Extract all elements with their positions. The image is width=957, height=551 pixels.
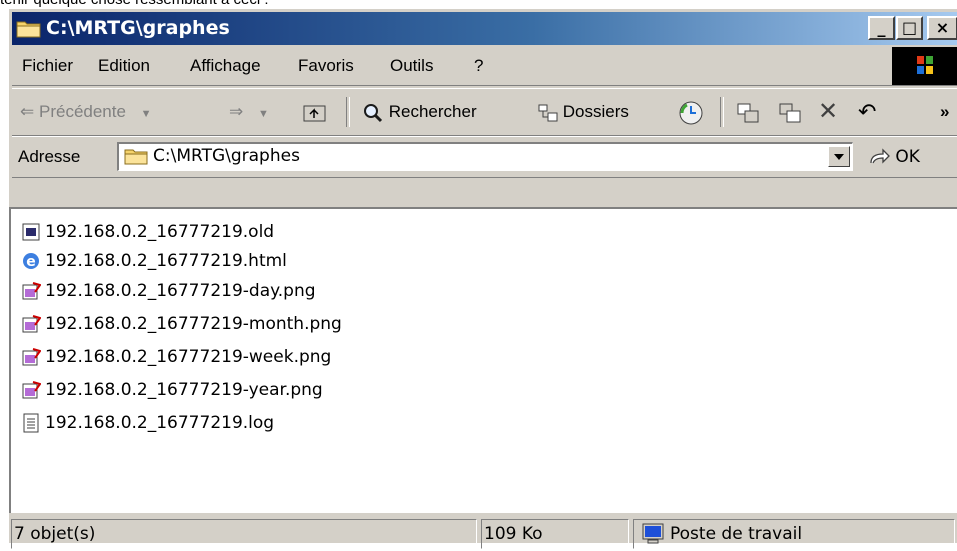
file-name: 192.168.0.2_16777219-week.png bbox=[45, 347, 332, 367]
delete-icon[interactable]: ✕ bbox=[818, 89, 838, 135]
move-to-icon bbox=[737, 103, 759, 123]
address-folder-icon bbox=[124, 149, 148, 165]
file-name: 192.168.0.2_16777219.html bbox=[45, 251, 287, 271]
more-chevron[interactable]: » bbox=[940, 89, 949, 135]
file-list: 192.168.0.2_16777219.old e 192.168.0.2_1… bbox=[9, 207, 957, 513]
undo-icon[interactable]: ↶ bbox=[858, 89, 876, 135]
forward-arrow-icon: ⇒ bbox=[229, 102, 244, 121]
copy-to-button[interactable] bbox=[778, 89, 802, 135]
status-zone: Poste de travail bbox=[633, 519, 955, 549]
menu-outils[interactable]: Outils bbox=[390, 47, 433, 85]
go-label: OK bbox=[895, 147, 920, 167]
file-name: 192.168.0.2_16777219-month.png bbox=[45, 314, 342, 334]
copy-to-icon bbox=[779, 103, 801, 123]
png-image-icon bbox=[22, 348, 41, 366]
svg-text:e: e bbox=[26, 254, 36, 270]
folders-label: Dossiers bbox=[562, 102, 629, 121]
menu-affichage[interactable]: Affichage bbox=[190, 47, 261, 85]
address-label: Adresse bbox=[18, 147, 81, 166]
ie-html-icon: e bbox=[23, 253, 39, 270]
folder-icon bbox=[16, 21, 41, 38]
menu-favoris[interactable]: Favoris bbox=[298, 47, 354, 85]
address-dropdown-button[interactable] bbox=[828, 146, 850, 167]
up-folder-icon bbox=[303, 105, 326, 122]
file-name: 192.168.0.2_16777219.log bbox=[45, 413, 275, 433]
move-to-button[interactable] bbox=[736, 89, 760, 135]
go-button[interactable]: OK bbox=[868, 137, 920, 177]
png-image-icon bbox=[22, 282, 41, 300]
menu-fichier[interactable]: Fichier bbox=[22, 47, 73, 85]
windows-logo-icon bbox=[892, 47, 957, 85]
png-image-icon bbox=[22, 315, 41, 333]
title-bar[interactable]: C:\MRTG\graphes _ □ × bbox=[12, 12, 957, 45]
status-bar: 7 objet(s) 109 Ko Poste de travail bbox=[9, 517, 957, 551]
history-button[interactable] bbox=[678, 89, 704, 135]
maximize-button[interactable]: □ bbox=[896, 16, 923, 40]
menu-help[interactable]: ? bbox=[474, 47, 483, 85]
back-arrow-icon: ⇐ bbox=[20, 102, 35, 121]
search-label: Rechercher bbox=[388, 102, 477, 121]
window-title: C:\MRTG\graphes bbox=[46, 17, 230, 39]
folders-button[interactable]: Dossiers bbox=[538, 89, 629, 135]
go-arrow-icon bbox=[870, 148, 890, 164]
file-name: 192.168.0.2_16777219.old bbox=[45, 222, 275, 242]
old-file-icon bbox=[22, 223, 40, 241]
close-button[interactable]: × bbox=[927, 16, 957, 40]
menu-bar: Fichier Edition Affichage Favoris Outils… bbox=[12, 47, 957, 86]
address-input[interactable]: C:\MRTG\graphes bbox=[117, 142, 853, 171]
text-file-icon bbox=[23, 413, 39, 433]
file-name: 192.168.0.2_16777219-day.png bbox=[45, 281, 316, 301]
forward-dropdown-icon: ▼ bbox=[257, 108, 269, 120]
status-count: 7 objet(s) bbox=[11, 519, 477, 549]
address-bar: Adresse C:\MRTG\graphes OK bbox=[12, 136, 957, 178]
status-zone-label: Poste de travail bbox=[670, 524, 803, 544]
search-icon bbox=[364, 103, 383, 122]
toolbar: ⇐ Précédente ▼ ⇒ ▼ Rechercher Dossiers ✕… bbox=[12, 88, 957, 136]
png-image-icon bbox=[22, 381, 41, 399]
minimize-button[interactable]: _ bbox=[868, 16, 895, 40]
history-icon bbox=[679, 101, 703, 125]
back-dropdown-icon: ▼ bbox=[140, 108, 152, 120]
file-name: 192.168.0.2_16777219-year.png bbox=[45, 380, 323, 400]
folders-tree-icon bbox=[538, 104, 558, 122]
explorer-window: C:\MRTG\graphes _ □ × Fichier Edition Af… bbox=[8, 8, 957, 549]
up-folder-button[interactable] bbox=[303, 89, 327, 135]
back-label: Précédente bbox=[38, 102, 126, 121]
chevron-down-icon bbox=[834, 154, 844, 160]
back-button[interactable]: ⇐ Précédente ▼ bbox=[20, 89, 152, 135]
address-value: C:\MRTG\graphes bbox=[153, 146, 300, 166]
forward-button[interactable]: ⇒ ▼ bbox=[229, 89, 269, 135]
menu-edition[interactable]: Edition bbox=[98, 47, 150, 85]
status-size: 109 Ko bbox=[481, 519, 629, 549]
search-button[interactable]: Rechercher bbox=[362, 89, 477, 135]
